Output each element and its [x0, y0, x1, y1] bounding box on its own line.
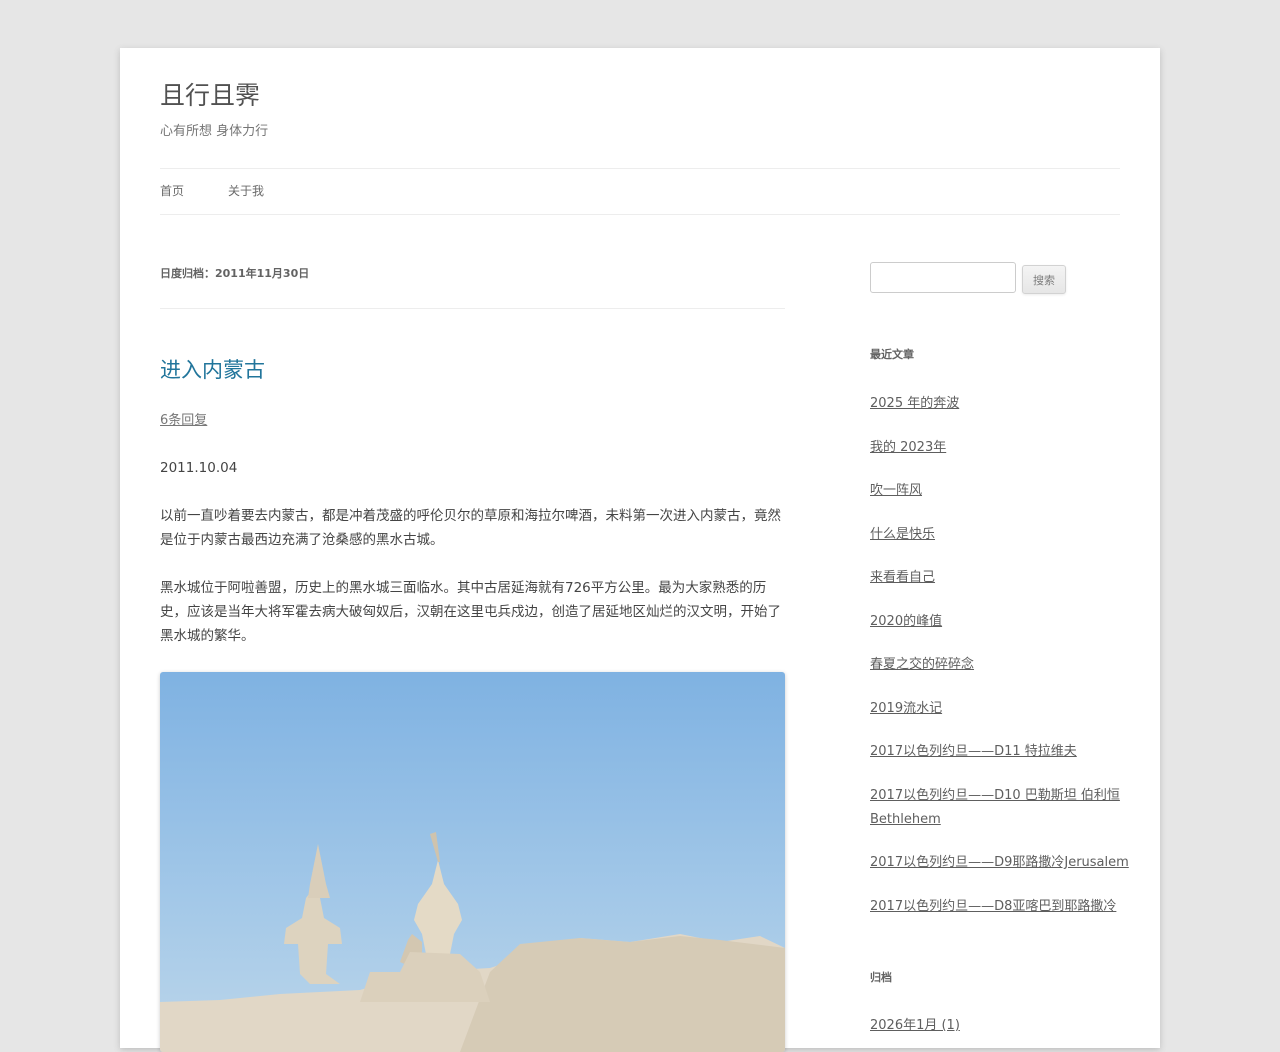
post-date: 2011.10.04	[160, 460, 238, 476]
list-item: 2019流水记	[870, 697, 1130, 721]
list-item: 吹一阵风	[870, 479, 1130, 503]
recent-post-link[interactable]: 吹一阵风	[870, 483, 922, 498]
recent-post-link[interactable]: 什么是快乐	[870, 527, 935, 542]
recent-posts-title: 最近文章	[870, 348, 914, 361]
archives-title: 归档	[870, 971, 892, 984]
recent-post-link[interactable]: 2020的峰值	[870, 614, 942, 629]
search-button[interactable]: 搜索	[1022, 265, 1066, 294]
list-item: 2020的峰值	[870, 610, 1130, 634]
list-item: 2017以色列约旦——D9耶路撒冷Jerusalem	[870, 851, 1130, 875]
nav-item-home[interactable]: 首页	[160, 183, 184, 199]
recent-post-link[interactable]: 2019流水记	[870, 701, 942, 716]
list-item: 2017以色列约旦——D8亚喀巴到耶路撒冷	[870, 895, 1130, 919]
post-title[interactable]: 进入内蒙古	[160, 354, 265, 386]
post-paragraph: 黑水城位于阿啦善盟，历史上的黑水城三面临水。其中古居延海就有726平方公里。最为…	[160, 580, 781, 644]
nav-item-about[interactable]: 关于我	[228, 183, 264, 199]
archive-title: 日度归档：2011年11月30日	[160, 267, 310, 280]
recent-post-link[interactable]: 春夏之交的碎碎念	[870, 657, 974, 672]
list-item: 2017以色列约旦——D10 巴勒斯坦 伯利恒 Bethlehem	[870, 784, 1130, 832]
list-item: 来看看自己	[870, 566, 1130, 590]
list-item: 春夏之交的碎碎念	[870, 653, 1130, 677]
archive-link[interactable]: 2026年1月 (1)	[870, 1014, 960, 1038]
page-container: 且行且霁 心有所想 身体力行 首页 关于我 日度归档：2011年11月30日 进…	[120, 48, 1160, 1052]
list-item: 2025 年的奔波	[870, 392, 1130, 416]
recent-post-link[interactable]: 2025 年的奔波	[870, 396, 959, 411]
recent-post-link[interactable]: 2017以色列约旦——D8亚喀巴到耶路撒冷	[870, 899, 1116, 914]
recent-post-link[interactable]: 来看看自己	[870, 570, 935, 585]
recent-post-link[interactable]: 我的 2023年	[870, 440, 946, 455]
post-paragraph: 以前一直吵着要去内蒙古，都是冲着茂盛的呼伦贝尔的草原和海拉尔啤酒，未料第一次进入…	[160, 508, 781, 548]
comments-link[interactable]: 6条回复	[160, 412, 207, 430]
site-title[interactable]: 且行且霁	[160, 78, 260, 114]
main-navigation: 首页 关于我	[160, 168, 1120, 215]
site-description: 心有所想 身体力行	[160, 124, 269, 139]
recent-post-link[interactable]: 2017以色列约旦——D11 特拉维夫	[870, 744, 1077, 759]
post-photo	[160, 672, 785, 1052]
list-item: 我的 2023年	[870, 436, 1130, 460]
recent-post-link[interactable]: 2017以色列约旦——D9耶路撒冷Jerusalem	[870, 855, 1129, 870]
recent-post-link[interactable]: 2017以色列约旦——D10 巴勒斯坦 伯利恒 Bethlehem	[870, 788, 1120, 827]
divider	[160, 308, 785, 309]
list-item: 2017以色列约旦——D11 特拉维夫	[870, 740, 1130, 764]
list-item: 什么是快乐	[870, 523, 1130, 547]
recent-posts-list: 2025 年的奔波 我的 2023年 吹一阵风 什么是快乐 来看看自己 2020…	[870, 392, 1130, 938]
search-input[interactable]	[870, 262, 1016, 293]
